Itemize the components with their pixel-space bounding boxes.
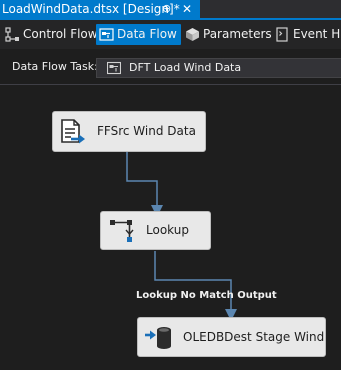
tab-control-flow-label: Control Flow (23, 27, 98, 41)
designer-view-tabs: Control Flow Data Flow Parameters Event … (0, 20, 341, 49)
data-flow-icon (99, 28, 114, 41)
data-flow-task-dropdown[interactable]: DFT Load Wind Data (96, 58, 341, 78)
document-tab[interactable]: LoadWindData.dtsx [Design]* ⊕ ✕ (0, 0, 200, 18)
tab-control-flow[interactable]: Control Flow (2, 24, 102, 45)
path-label-lookup-no-match-output[interactable]: Lookup No Match Output (136, 290, 277, 301)
component-ffsrc-wind-data[interactable]: FFSrc Wind Data (52, 111, 206, 152)
task-label: Data Flow Task: (12, 60, 98, 73)
control-flow-icon (5, 27, 19, 42)
path-ffsrc-to-lookup[interactable] (126, 152, 163, 217)
path-lookup-to-oledbdest[interactable] (154, 251, 237, 321)
tab-event-handlers-label: Event Han (293, 27, 341, 41)
component-lookup[interactable]: Lookup (100, 211, 211, 250)
component-label: Lookup (146, 223, 189, 237)
data-flow-canvas[interactable]: FFSrc Wind Data Lookup OLEDBDest Stage W… (0, 85, 341, 370)
component-oledbdest-stage-wind[interactable]: OLEDBDest Stage Wind (137, 317, 326, 357)
oledb-destination-icon (145, 327, 171, 349)
lookup-icon (110, 220, 134, 242)
tab-data-flow-label: Data Flow (117, 27, 177, 41)
pin-icon[interactable]: ⊕ (162, 0, 171, 18)
tab-parameters-label: Parameters (203, 27, 272, 41)
data-flow-task-value: DFT Load Wind Data (129, 61, 242, 74)
tab-event-handlers[interactable]: Event Han (272, 24, 341, 45)
data-flow-task-icon (107, 61, 121, 75)
document-tab-title: LoadWindData.dtsx [Design]* (2, 2, 180, 16)
tab-parameters[interactable]: Parameters (182, 24, 276, 45)
parameters-icon (186, 28, 199, 41)
event-handlers-icon (276, 27, 288, 42)
tab-data-flow[interactable]: Data Flow (96, 24, 181, 45)
close-icon[interactable]: ✕ (182, 0, 192, 18)
task-row: Data Flow Task: DFT Load Wind Data (0, 55, 341, 81)
component-label: OLEDBDest Stage Wind (183, 330, 325, 344)
flat-file-source-icon (61, 119, 85, 144)
document-tab-bar: LoadWindData.dtsx [Design]* ⊕ ✕ (0, 0, 341, 20)
component-label: FFSrc Wind Data (97, 124, 196, 138)
